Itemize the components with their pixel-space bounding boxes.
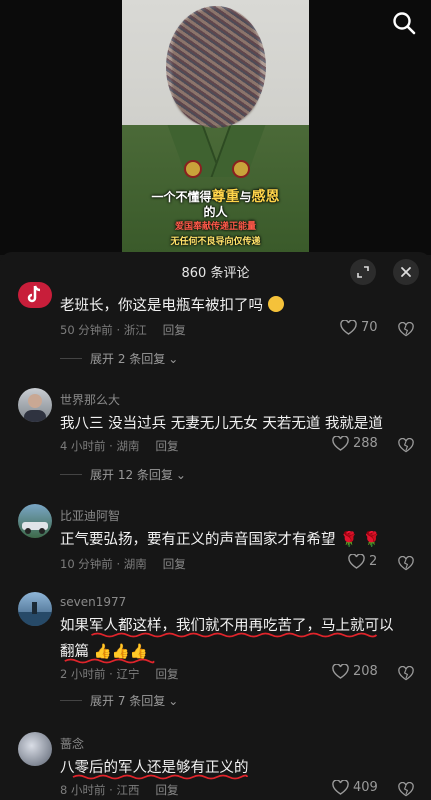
expand-replies[interactable]: 展开 12 条回复 ⌄ bbox=[60, 466, 186, 483]
like-button[interactable]: 288 bbox=[332, 436, 378, 451]
reply-button[interactable]: 回复 bbox=[163, 557, 186, 571]
face-scribble bbox=[166, 6, 266, 128]
video-player[interactable]: 一个不懂得尊重与感恩 的人 爱国奉献传递正能量 无任何不良导向仅传递 bbox=[0, 0, 431, 255]
comment-meta: 4 小时前 · 湖南 回复 bbox=[60, 439, 179, 453]
chevron-down-icon: ⌄ bbox=[175, 467, 186, 482]
heart-icon bbox=[340, 320, 357, 335]
reply-button[interactable]: 回复 bbox=[155, 783, 178, 797]
red-underline bbox=[91, 632, 378, 638]
username[interactable]: 世界那么大 bbox=[60, 391, 120, 408]
username[interactable]: 蔷念 bbox=[60, 735, 84, 752]
collar-badge-right bbox=[232, 160, 250, 178]
comment-meta: 2 小时前 · 辽宁 回复 bbox=[60, 667, 179, 681]
like-count: 409 bbox=[353, 780, 378, 795]
like-button[interactable]: 2 bbox=[348, 554, 377, 569]
comment-text: 正气要弘扬，要有正义的声音国家才有希望 🌹 🌹 bbox=[60, 532, 381, 548]
avatar[interactable] bbox=[18, 592, 52, 626]
chevron-down-icon: ⌄ bbox=[168, 351, 179, 366]
like-button[interactable]: 208 bbox=[332, 664, 378, 679]
avatar[interactable] bbox=[18, 282, 52, 308]
comment-meta: 8 小时前 · 江西 回复 bbox=[60, 783, 179, 797]
divider bbox=[60, 700, 82, 701]
broken-heart-icon[interactable] bbox=[398, 666, 414, 681]
expand-replies[interactable]: 展开 7 条回复 ⌄ bbox=[60, 692, 178, 709]
divider bbox=[60, 474, 82, 475]
heart-icon bbox=[332, 436, 349, 451]
sea-photo bbox=[18, 602, 52, 626]
comment-text: 我八三 没当过兵 无妻无儿无女 天若无道 我就是道 bbox=[60, 416, 383, 432]
broken-heart-icon[interactable] bbox=[398, 438, 414, 453]
emoji-icon bbox=[267, 296, 284, 312]
rose-icon: 🌹 bbox=[362, 532, 381, 548]
like-count: 70 bbox=[361, 320, 378, 335]
car-photo bbox=[22, 522, 48, 534]
broken-heart-icon[interactable] bbox=[398, 782, 414, 797]
comment-sheet: 860 条评论 老班长，你这是电瓶车被扣了吗 50 分钟前 · 浙江回复 70 bbox=[0, 252, 431, 800]
close-button[interactable] bbox=[393, 259, 419, 285]
username[interactable]: 比亚迪阿智 bbox=[60, 507, 120, 524]
red-underline bbox=[64, 658, 155, 664]
video-frame[interactable]: 一个不懂得尊重与感恩 的人 爱国奉献传递正能量 无任何不良导向仅传递 bbox=[122, 0, 309, 255]
tiktok-logo-icon bbox=[18, 282, 52, 308]
comment-header: 860 条评论 bbox=[0, 252, 431, 290]
broken-heart-icon[interactable] bbox=[398, 322, 414, 337]
avatar[interactable] bbox=[18, 388, 52, 422]
expand-replies[interactable]: 展开 2 条回复 ⌄ bbox=[60, 350, 178, 367]
comment-text: 老班长，你这是电瓶车被扣了吗 bbox=[60, 294, 284, 315]
user-photo bbox=[24, 394, 46, 422]
avatar[interactable] bbox=[18, 504, 52, 538]
like-button[interactable]: 409 bbox=[332, 780, 378, 795]
search-icon[interactable] bbox=[391, 10, 417, 36]
red-underline bbox=[72, 774, 248, 780]
heart-icon bbox=[332, 664, 349, 679]
chevron-down-icon: ⌄ bbox=[168, 693, 179, 708]
broken-heart-icon[interactable] bbox=[398, 556, 414, 571]
divider bbox=[60, 358, 82, 359]
like-count: 288 bbox=[353, 436, 378, 451]
video-caption: 一个不懂得尊重与感恩 的人 爱国奉献传递正能量 无任何不良导向仅传递 bbox=[151, 189, 280, 248]
heart-icon bbox=[332, 780, 349, 795]
expand-icon bbox=[357, 266, 369, 278]
comment-meta: 50 分钟前 · 浙江 回复 bbox=[60, 323, 186, 337]
reply-button[interactable]: 回复 bbox=[155, 667, 178, 681]
expand-button[interactable] bbox=[350, 259, 376, 285]
collar-badge-left bbox=[184, 160, 202, 178]
like-button[interactable]: 70 bbox=[340, 320, 378, 335]
rose-icon: 🌹 bbox=[340, 532, 359, 548]
heart-icon bbox=[348, 554, 365, 569]
reply-button[interactable]: 回复 bbox=[155, 439, 178, 453]
username[interactable]: seven1977 bbox=[60, 595, 126, 609]
comment-meta: 10 分钟前 · 湖南 回复 bbox=[60, 557, 186, 571]
like-count: 208 bbox=[353, 664, 378, 679]
close-icon bbox=[401, 267, 411, 277]
like-count: 2 bbox=[369, 554, 378, 569]
reply-button[interactable]: 回复 bbox=[163, 323, 186, 337]
avatar[interactable] bbox=[18, 732, 52, 766]
